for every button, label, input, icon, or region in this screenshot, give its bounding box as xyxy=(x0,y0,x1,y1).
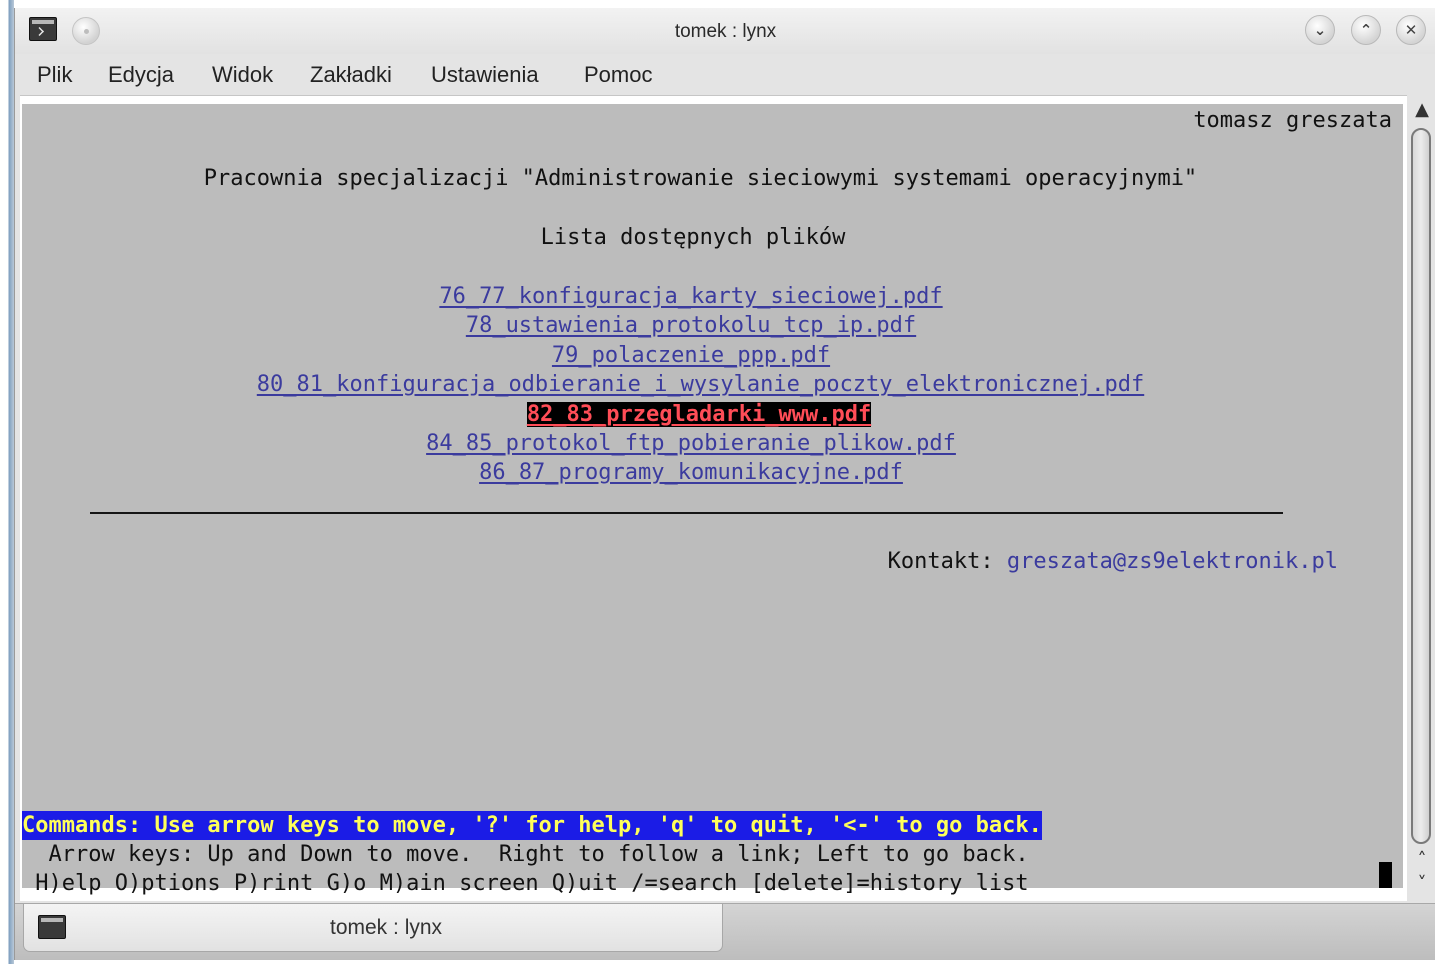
contact-email-link[interactable]: greszata@zs9elektronik.pl xyxy=(1007,549,1338,574)
session-tab-label: tomek : lynx xyxy=(330,916,443,939)
maximize-button[interactable]: ⌃ xyxy=(1351,15,1381,45)
contact-label: Kontakt: xyxy=(887,549,1007,574)
scroll-up-small-icon[interactable]: ˄ xyxy=(1409,848,1435,872)
chevron-down-icon: ⌄ xyxy=(1313,21,1327,39)
page-heading: Pracownia specjalizacji "Administrowanie… xyxy=(203,166,1198,191)
menu-pomoc[interactable]: Pomoc xyxy=(584,62,652,88)
file-link[interactable]: 76_77_konfiguracja_karty_sieciowej.pdf xyxy=(439,284,942,309)
contact-line: Kontakt: greszata@zs9elektronik.pl xyxy=(22,547,1338,576)
session-tab-bar: tomek : lynx xyxy=(15,903,1435,960)
menu-bar: Plik Edycja Widok Zakładki Ustawienia Po… xyxy=(15,54,1435,94)
menu-plik[interactable]: Plik xyxy=(37,62,72,88)
scroll-down-icon[interactable]: ˅ xyxy=(1409,872,1435,896)
terminal-scrollbar[interactable]: ▲ ˄ ˅ xyxy=(1409,98,1435,901)
file-link-selected[interactable]: 82_83_przegladarki_www.pdf xyxy=(526,402,872,427)
close-button[interactable]: ✕ xyxy=(1396,15,1426,45)
session-tab[interactable]: tomek : lynx xyxy=(23,904,723,952)
status-shortcuts: H)elp O)ptions P)rint G)o M)ain screen Q… xyxy=(22,871,1029,896)
file-link[interactable]: 79_polaczenie_ppp.pdf xyxy=(552,343,830,368)
menu-zakladki[interactable]: Zakładki xyxy=(310,62,392,88)
window-title: tomek : lynx xyxy=(674,21,777,42)
menu-widok[interactable]: Widok xyxy=(212,62,273,88)
file-link[interactable]: 78_ustawienia_protokolu_tcp_ip.pdf xyxy=(466,313,916,338)
status-arrow-help: Arrow keys: Up and Down to move. Right t… xyxy=(22,842,1029,867)
command-help-bar: Commands: Use arrow keys to move, '?' fo… xyxy=(22,811,1042,840)
file-link[interactable]: 84_85_protokol_ftp_pobieranie_plikow.pdf xyxy=(426,431,956,456)
scrollbar-thumb[interactable] xyxy=(1411,128,1431,844)
file-list-item: 80_81_konfiguracja_odbieranie_i_wysylani… xyxy=(22,370,1379,399)
page-subheading: Lista dostępnych plików xyxy=(540,225,846,250)
status-commands-line: Commands: Use arrow keys to move, '?' fo… xyxy=(22,811,1392,840)
file-list-item-selected: 82_83_przegladarki_www.pdf xyxy=(22,400,1376,429)
file-link[interactable]: 86_87_programy_komunikacyjne.pdf xyxy=(479,460,903,485)
terminal-tab-icon xyxy=(38,915,66,939)
terminal-frame: tomasz greszata Pracownia specjalizacji … xyxy=(20,95,1407,901)
terminal-area[interactable]: tomasz greszata Pracownia specjalizacji … xyxy=(22,104,1403,896)
chevron-up-icon: ⌃ xyxy=(1359,21,1373,39)
file-list-item: 76_77_konfiguracja_karty_sieciowej.pdf xyxy=(22,282,1360,311)
terminal-cursor xyxy=(1379,862,1392,888)
page-author: tomasz greszata xyxy=(1193,108,1392,133)
file-list-item: 78_ustawienia_protokolu_tcp_ip.pdf xyxy=(22,311,1360,340)
desktop-edge xyxy=(0,0,14,964)
close-icon: ✕ xyxy=(1404,21,1418,39)
file-list-item: 86_87_programy_komunikacyjne.pdf xyxy=(22,458,1360,487)
konsole-window: tomek : lynx ⌄ ⌃ ✕ Plik Edycja Widok Zak… xyxy=(14,8,1435,960)
menu-edycja[interactable]: Edycja xyxy=(108,62,174,88)
horizontal-rule xyxy=(90,512,1283,514)
scroll-up-icon[interactable]: ▲ xyxy=(1409,98,1435,122)
minimize-button[interactable]: ⌄ xyxy=(1305,15,1335,45)
file-link[interactable]: 80_81_konfiguracja_odbieranie_i_wysylani… xyxy=(257,372,1144,397)
file-list-item: 79_polaczenie_ppp.pdf xyxy=(22,341,1360,370)
title-bar[interactable]: tomek : lynx ⌄ ⌃ ✕ xyxy=(15,8,1435,54)
menu-ustawienia[interactable]: Ustawienia xyxy=(431,62,539,88)
file-list-item: 84_85_protokol_ftp_pobieranie_plikow.pdf xyxy=(22,429,1360,458)
